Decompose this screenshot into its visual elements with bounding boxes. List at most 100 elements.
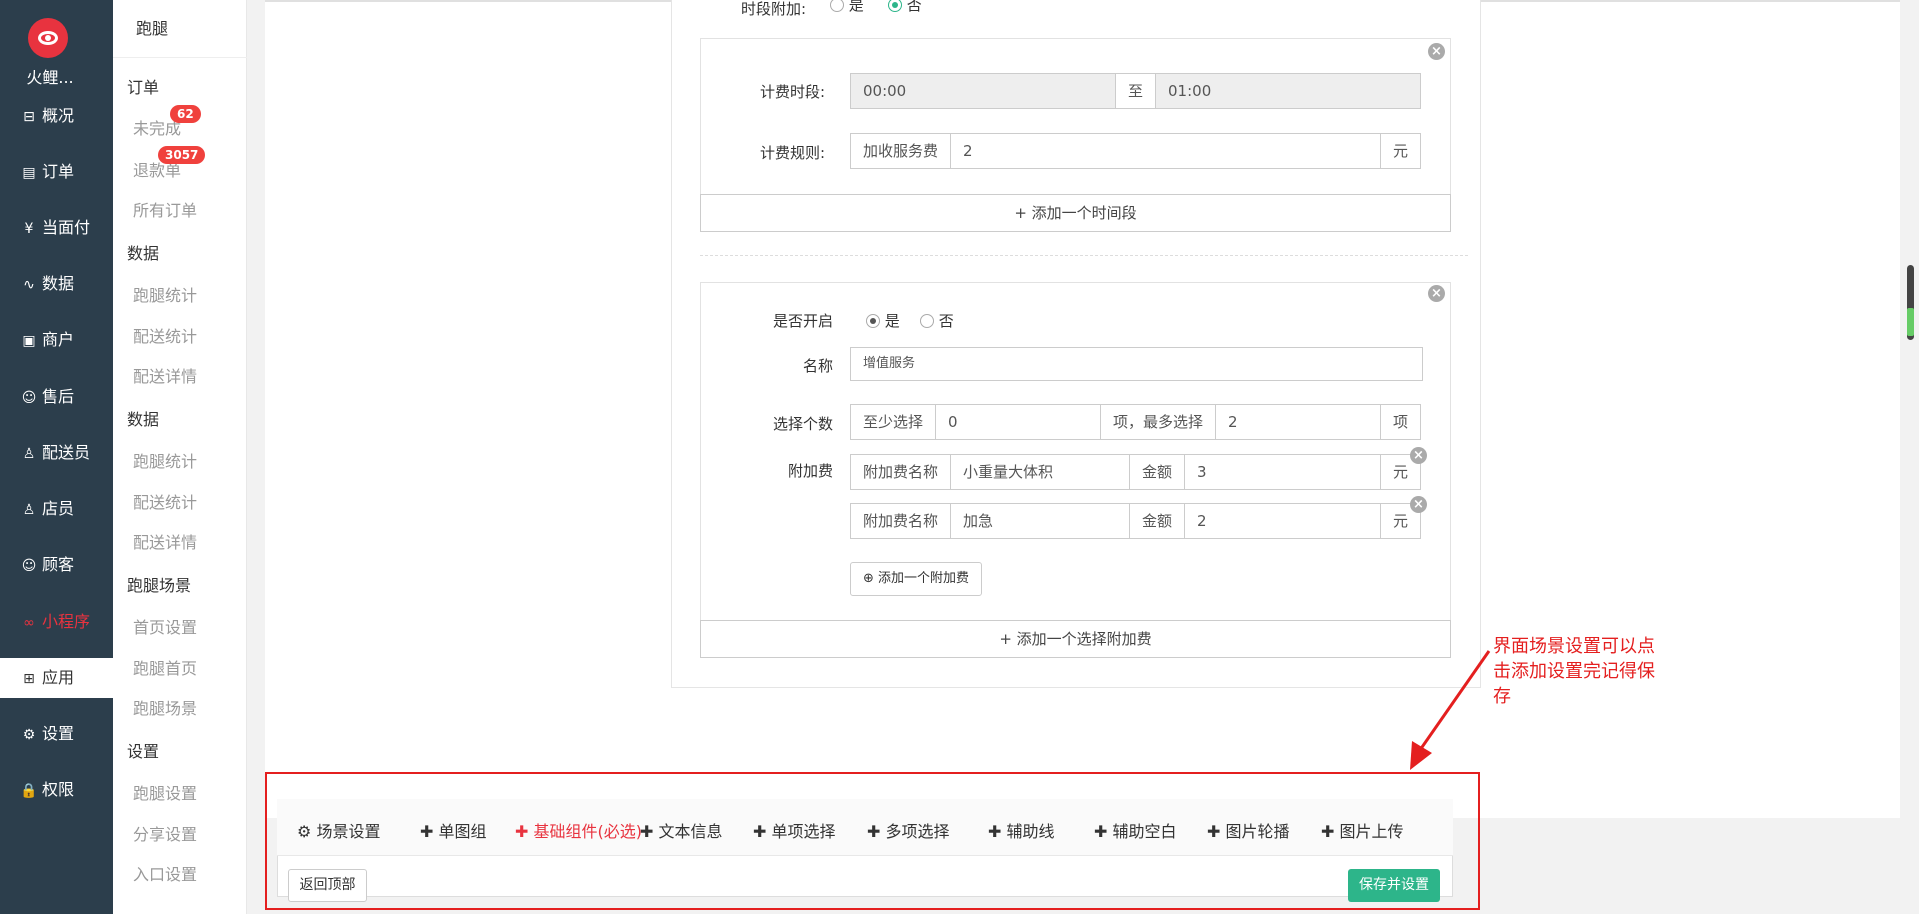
time-addon-yes[interactable]: 是 bbox=[830, 0, 864, 15]
nav-label: 顾客 bbox=[42, 555, 75, 574]
app-name: 火鲤... bbox=[26, 68, 74, 87]
nav-label: 概况 bbox=[42, 106, 75, 125]
nav-label: 店员 bbox=[42, 499, 75, 518]
subnav-item-run-stats[interactable]: 跑腿统计 bbox=[133, 282, 197, 306]
nav-label: 订单 bbox=[42, 162, 75, 181]
radio-label: 是 bbox=[848, 0, 864, 14]
count-max-field[interactable]: 2 bbox=[1216, 405, 1380, 439]
period-start-field[interactable]: 00:00 bbox=[851, 74, 1115, 108]
highlight-box bbox=[265, 772, 1480, 910]
period-end-field[interactable]: 01:00 bbox=[1156, 74, 1421, 108]
time-addon-no[interactable]: 否 bbox=[888, 0, 922, 15]
nav-item-overview[interactable]: ⊟ 概况 bbox=[0, 96, 113, 136]
subnav-title: 跑腿 bbox=[113, 0, 247, 58]
open-no-radio[interactable]: 否 bbox=[920, 310, 954, 331]
rule-input-group: 加收服务费 2 元 bbox=[850, 133, 1421, 169]
fee-row: 附加费名称 小重量大体积 金额 3 元 bbox=[850, 454, 1421, 490]
name-input[interactable]: 增值服务 bbox=[850, 347, 1423, 381]
subnav-group-orders: 订单 bbox=[127, 78, 160, 97]
subnav-item-run-stats-2[interactable]: 跑腿统计 bbox=[133, 448, 197, 472]
sub-sidebar: 跑腿 订单 未完成 62 退款单 3057 所有订单 数据 跑腿统计 配送统计 … bbox=[113, 0, 358, 914]
open-yes-radio[interactable]: 是 bbox=[866, 310, 900, 331]
fee-name-field[interactable]: 小重量大体积 bbox=[951, 455, 1129, 489]
rider-icon: ♙ bbox=[22, 446, 36, 462]
nav-item-settings[interactable]: ⚙ 设置 bbox=[0, 714, 113, 754]
count-mid-addon: 项，最多选择 bbox=[1100, 405, 1217, 439]
count-min-field[interactable]: 0 bbox=[936, 405, 1100, 439]
badge-refund: 3057 bbox=[158, 146, 206, 164]
radio-checked-icon bbox=[866, 314, 880, 328]
subnav-group-data: 数据 bbox=[127, 244, 160, 263]
chart-icon: ∿ bbox=[23, 277, 35, 293]
name-label: 名称 bbox=[802, 357, 833, 375]
radio-label: 是 bbox=[884, 312, 900, 330]
fee-row: 附加费名称 加急 金额 2 元 bbox=[850, 503, 1421, 539]
order-icon: ▤ bbox=[22, 165, 36, 181]
nav-item-merchant[interactable]: ▣ 商户 bbox=[0, 320, 113, 360]
close-icon[interactable]: × bbox=[1428, 43, 1445, 60]
nav-label: 小程序 bbox=[42, 612, 91, 631]
nav-item-rider[interactable]: ♙ 配送员 bbox=[0, 433, 113, 473]
nav-item-miniprogram[interactable]: ∞ 小程序 bbox=[0, 602, 113, 642]
fee-name-field[interactable]: 加急 bbox=[951, 504, 1129, 538]
subnav-group-settings: 设置 bbox=[127, 742, 160, 761]
radio-icon bbox=[830, 0, 844, 12]
rule-value-field[interactable]: 2 bbox=[951, 134, 1380, 168]
count-unit: 项 bbox=[1380, 405, 1421, 439]
nav-label: 商户 bbox=[42, 330, 75, 349]
nav-label: 应用 bbox=[42, 668, 75, 687]
add-period-button[interactable]: + 添加一个时间段 bbox=[700, 194, 1451, 232]
nav-item-facepay[interactable]: ¥ 当面付 bbox=[0, 208, 113, 248]
app-icon: ⊞ bbox=[23, 671, 35, 687]
period-label: 计费时段: bbox=[759, 83, 825, 101]
subnav-item-home-settings[interactable]: 首页设置 bbox=[133, 614, 197, 638]
subnav-item-share-settings[interactable]: 分享设置 bbox=[133, 821, 197, 845]
logo-icon bbox=[28, 18, 68, 58]
time-addon-label: 时段附加: bbox=[740, 0, 806, 18]
nav-item-permissions[interactable]: 🔒 权限 bbox=[0, 770, 113, 810]
nav-item-orders[interactable]: ▤ 订单 bbox=[0, 152, 113, 192]
radio-checked-icon bbox=[888, 0, 902, 12]
nav-label: 售后 bbox=[42, 387, 75, 406]
subnav-item-deliv-detail[interactable]: 配送详情 bbox=[133, 363, 197, 387]
nav-item-data[interactable]: ∿ 数据 bbox=[0, 264, 113, 304]
fee-amount-field[interactable]: 2 bbox=[1185, 504, 1380, 538]
count-min-addon: 至少选择 bbox=[851, 405, 937, 439]
fee-amount-field[interactable]: 3 bbox=[1185, 455, 1380, 489]
subnav-item-run-settings[interactable]: 跑腿设置 bbox=[133, 780, 197, 804]
close-icon[interactable]: × bbox=[1410, 447, 1427, 464]
nav-label: 当面付 bbox=[42, 218, 91, 237]
nav-item-customer[interactable]: ☺ 顾客 bbox=[0, 545, 113, 585]
name-field[interactable]: 增值服务 bbox=[851, 348, 1422, 380]
subnav-item-deliv-detail-2[interactable]: 配送详情 bbox=[133, 529, 197, 553]
annotation-arrow-icon bbox=[1410, 650, 1491, 770]
section-divider bbox=[700, 255, 1468, 256]
add-fee-button[interactable]: ⊕ 添加一个附加费 bbox=[850, 562, 983, 596]
nav-item-clerk[interactable]: ♙ 店员 bbox=[0, 489, 113, 529]
clerk-icon: ♙ bbox=[22, 502, 36, 518]
plus-circle-icon: ⊕ bbox=[863, 571, 874, 586]
close-icon[interactable]: × bbox=[1410, 496, 1427, 513]
subnav-item-all-orders[interactable]: 所有订单 bbox=[133, 197, 197, 221]
fee-label: 附加费 bbox=[787, 462, 833, 480]
scrollbar-thumb[interactable] bbox=[1907, 308, 1914, 336]
close-icon[interactable]: × bbox=[1428, 285, 1445, 302]
nav-item-apps[interactable]: ⊞ 应用 bbox=[0, 658, 113, 698]
subnav-item-deliv-stats[interactable]: 配送统计 bbox=[133, 323, 197, 347]
subnav-item-entry-settings[interactable]: 入口设置 bbox=[133, 861, 197, 885]
add-fee-label: 添加一个附加费 bbox=[878, 571, 970, 586]
radio-icon bbox=[920, 314, 934, 328]
nav-label: 权限 bbox=[42, 780, 75, 799]
count-input-group: 至少选择 0 项，最多选择 2 项 bbox=[850, 404, 1421, 440]
fee-amount-addon: 金额 bbox=[1129, 455, 1186, 489]
rule-addon: 加收服务费 bbox=[851, 134, 952, 168]
subnav-item-deliv-stats-2[interactable]: 配送统计 bbox=[133, 489, 197, 513]
subnav-group-data-2: 数据 bbox=[127, 410, 160, 429]
subnav-item-run-home[interactable]: 跑腿首页 bbox=[133, 655, 197, 679]
add-option-fee-button[interactable]: + 添加一个选择附加费 bbox=[700, 620, 1451, 658]
miniprogram-icon: ∞ bbox=[23, 615, 35, 631]
subnav-item-run-scene[interactable]: 跑腿场景 bbox=[133, 695, 197, 719]
nav-label: 配送员 bbox=[42, 443, 91, 462]
nav-item-aftersale[interactable]: ☺ 售后 bbox=[0, 377, 113, 417]
overview-icon: ⊟ bbox=[23, 109, 35, 125]
